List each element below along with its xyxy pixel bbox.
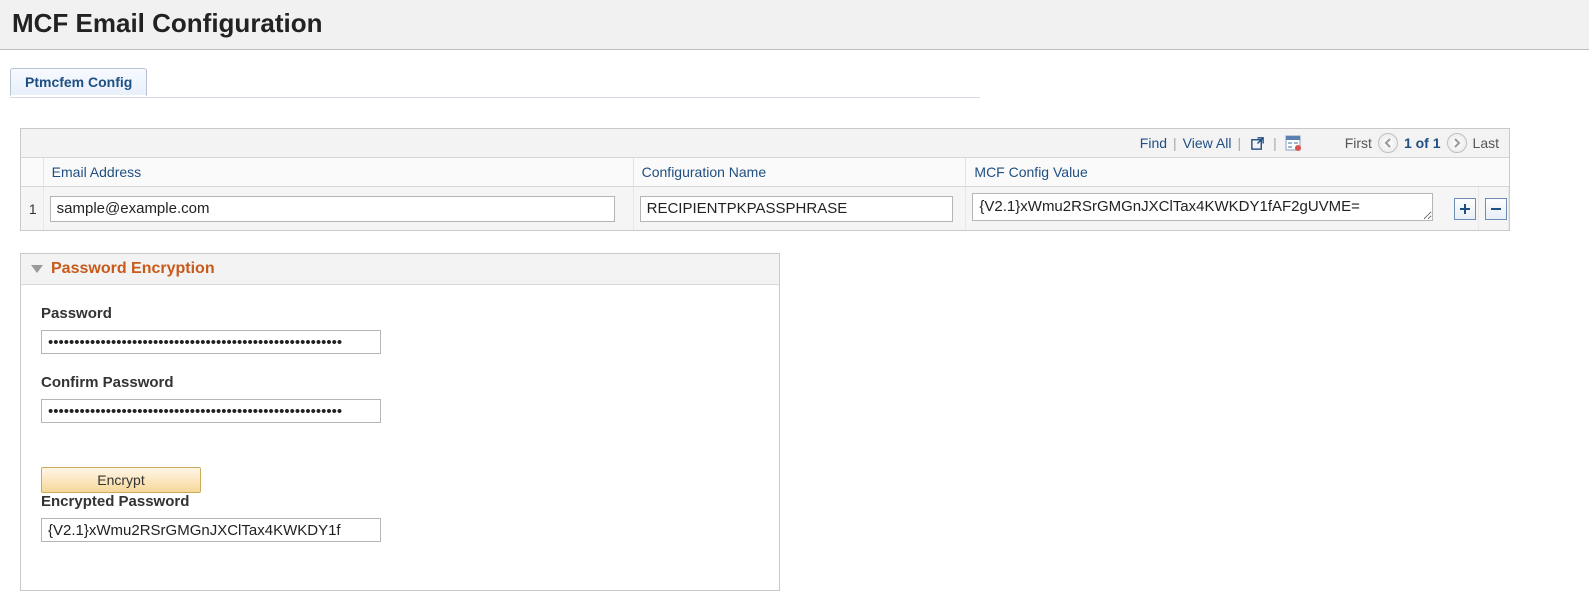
grid-menu-icon[interactable]: [1283, 133, 1303, 153]
grid-prev-button[interactable]: [1378, 133, 1398, 153]
config-grid: Find | View All | | First 1 of 1 Last: [20, 128, 1510, 231]
grid-first-label[interactable]: First: [1345, 135, 1372, 151]
tab-strip: Ptmcfem Config: [10, 68, 1589, 98]
separator: |: [1173, 135, 1177, 151]
panel-title: Password Encryption: [51, 260, 215, 278]
cell-remove: [1478, 187, 1508, 231]
collapse-icon: [31, 265, 43, 273]
confirm-password-field-wrap: Confirm Password: [41, 374, 401, 423]
grid-find-link[interactable]: Find: [1140, 135, 1167, 151]
encrypted-password-field-wrap: Encrypted Password: [41, 493, 401, 542]
tab-underline: [10, 97, 980, 98]
password-label: Password: [41, 305, 401, 322]
table-row: 1: [21, 187, 1509, 231]
row-number: 1: [21, 187, 43, 231]
password-input[interactable]: [41, 330, 381, 354]
config-value-input[interactable]: [972, 193, 1432, 221]
encrypted-password-label: Encrypted Password: [41, 493, 401, 510]
panel-header[interactable]: Password Encryption: [21, 254, 779, 285]
grid-header-rownum: [21, 158, 43, 187]
cell-add: [1448, 187, 1478, 231]
cell-email: [43, 187, 633, 231]
remove-row-button[interactable]: [1485, 198, 1507, 220]
popout-icon[interactable]: [1247, 133, 1267, 153]
email-input[interactable]: [50, 196, 615, 222]
grid-position: 1 of 1: [1404, 135, 1441, 151]
cell-config-value: [966, 187, 1448, 231]
confirm-password-input[interactable]: [41, 399, 381, 423]
page-title: MCF Email Configuration: [12, 8, 1577, 39]
config-name-input[interactable]: [640, 196, 953, 222]
grid-header-email[interactable]: Email Address: [43, 158, 633, 187]
grid-viewall-link[interactable]: View All: [1183, 135, 1232, 151]
encrypt-button-wrap: Encrypt: [41, 443, 401, 493]
encrypted-password-output[interactable]: [41, 518, 381, 542]
grid-header-config-value[interactable]: MCF Config Value: [966, 158, 1448, 187]
grid-last-label[interactable]: Last: [1473, 135, 1499, 151]
add-row-button[interactable]: [1454, 198, 1476, 220]
grid-header-blank: [1448, 158, 1478, 187]
page-header: MCF Email Configuration: [0, 0, 1589, 50]
grid-toolbar: Find | View All | | First 1 of 1 Last: [21, 129, 1509, 158]
tab-ptmcfem-config[interactable]: Ptmcfem Config: [10, 68, 147, 96]
grid-table: Email Address Configuration Name MCF Con…: [21, 158, 1509, 230]
encrypt-button[interactable]: Encrypt: [41, 467, 201, 493]
panel-body: Password Confirm Password Encrypt Encryp…: [21, 285, 779, 590]
grid-header-blank: [1478, 158, 1508, 187]
grid-header-row: Email Address Configuration Name MCF Con…: [21, 158, 1509, 187]
confirm-password-label: Confirm Password: [41, 374, 401, 391]
password-field-wrap: Password: [41, 305, 401, 354]
password-encryption-panel: Password Encryption Password Confirm Pas…: [20, 253, 780, 591]
cell-config-name: [633, 187, 966, 231]
separator: |: [1237, 135, 1241, 151]
grid-header-config-name[interactable]: Configuration Name: [633, 158, 966, 187]
separator: |: [1273, 135, 1277, 151]
grid-next-button[interactable]: [1447, 133, 1467, 153]
